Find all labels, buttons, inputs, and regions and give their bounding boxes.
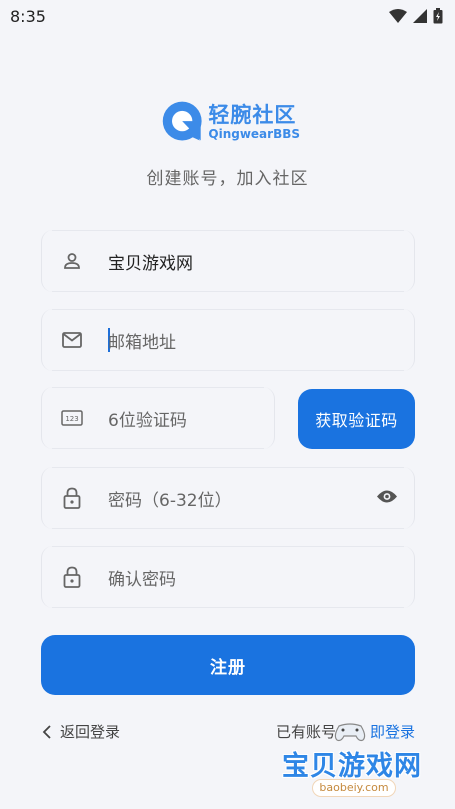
chevron-left-icon [42, 724, 51, 739]
status-icons [389, 8, 443, 24]
password-placeholder: 密码（6-32位） [108, 490, 232, 511]
lock-icon [61, 487, 83, 509]
watermark: 宝贝游戏网 baobeiy.com [282, 744, 432, 804]
page-subtitle: 创建账号，加入社区 [146, 169, 309, 189]
svg-text:123: 123 [65, 415, 78, 423]
verification-code-field[interactable]: 123 6位验证码 [41, 387, 275, 449]
get-code-button[interactable]: 获取验证码 [298, 389, 415, 449]
logo-subtitle: QingwearBBS [208, 126, 300, 141]
eye-icon[interactable] [376, 489, 398, 508]
have-account-text: 已有账号 [276, 723, 337, 741]
gamepad-icon [334, 723, 366, 742]
logo-bubble-icon [162, 101, 202, 141]
signal-icon [413, 9, 427, 23]
code-placeholder: 6位验证码 [108, 410, 187, 431]
back-to-login-label: 返回登录 [60, 723, 121, 741]
username-value: 宝贝游戏网 [108, 253, 193, 274]
number-code-icon: 123 [61, 407, 83, 429]
wifi-icon [389, 9, 407, 23]
username-field[interactable]: 宝贝游戏网 [41, 230, 415, 292]
login-now-link[interactable]: 即登录 [370, 723, 415, 741]
lock-icon [61, 566, 83, 588]
email-field[interactable]: 邮箱地址 [41, 309, 415, 371]
mail-icon [61, 329, 83, 351]
logo-title: 轻腕社区 [208, 102, 297, 127]
back-to-login-link[interactable]: 返回登录 [42, 721, 120, 742]
status-bar: 8:35 [0, 0, 455, 32]
email-placeholder: 邮箱地址 [108, 332, 176, 353]
watermark-title: 宝贝游戏网 [282, 751, 422, 782]
watermark-domain: baobeiy.com [312, 779, 396, 797]
status-time: 8:35 [10, 6, 46, 26]
confirm-password-placeholder: 确认密码 [108, 569, 176, 590]
user-icon [61, 250, 83, 272]
confirm-password-field[interactable]: 确认密码 [41, 546, 415, 608]
battery-icon [433, 8, 443, 24]
register-button[interactable]: 注册 [41, 635, 415, 695]
app-logo: 轻腕社区 QingwearBBS [160, 97, 300, 147]
password-field[interactable]: 密码（6-32位） [41, 467, 415, 529]
